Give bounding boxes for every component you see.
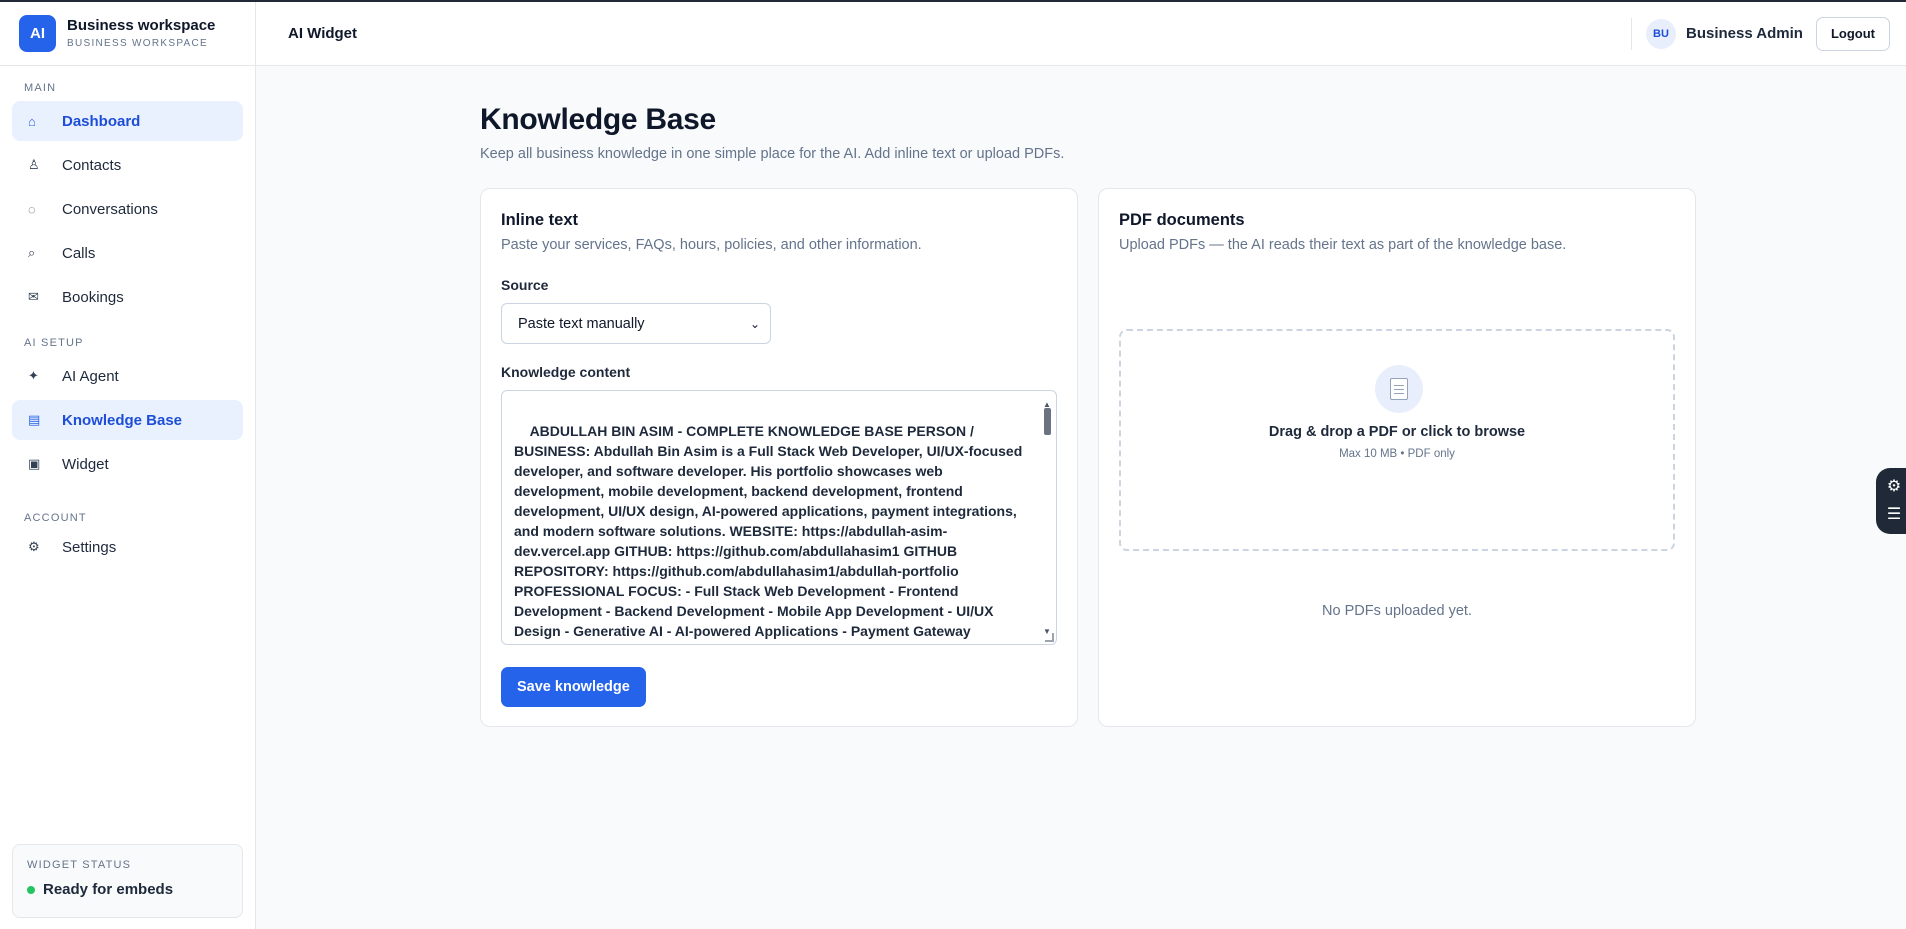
pdf-card-subtitle: Upload PDFs — the AI reads their text as…	[1119, 237, 1567, 253]
gear-icon[interactable]: ⚙	[1887, 479, 1901, 495]
brand[interactable]: AI Business workspace BUSINESS WORKSPACE	[0, 2, 255, 66]
sidebar-item-label: Calls	[62, 244, 96, 262]
widget-status-title: WIDGET STATUS	[27, 859, 132, 871]
document-icon-wrap	[1375, 365, 1423, 413]
scroll-thumb[interactable]	[1044, 408, 1051, 435]
sidebar-item-ai-agent[interactable]: ✦ AI Agent	[12, 356, 243, 396]
widget-status-card: WIDGET STATUS Ready for embeds	[12, 844, 243, 918]
sidebar-item-label: Dashboard	[62, 112, 141, 130]
status-dot	[27, 885, 35, 894]
page-subtitle: Keep all business knowledge in one simpl…	[480, 146, 1065, 162]
sidebar-item-label: AI Agent	[62, 367, 119, 385]
page-title: Knowledge Base	[480, 103, 716, 136]
user-icon: ♙	[28, 157, 40, 172]
resize-grip-icon[interactable]	[1045, 633, 1054, 642]
sidebar-item-label: Widget	[62, 455, 109, 473]
sidebar-item-widget[interactable]: ▣ Widget	[12, 444, 243, 484]
sidebar-item-knowledge-base[interactable]: ▤ Knowledge Base	[12, 400, 243, 440]
sidebar-item-label: Conversations	[62, 200, 158, 218]
book-icon: ▤	[28, 412, 41, 427]
sidebar-item-label: Contacts	[62, 156, 122, 174]
pdf-dropzone[interactable]: Drag & drop a PDF or click to browse Max…	[1119, 329, 1675, 551]
avatar[interactable]: BU	[1645, 18, 1676, 49]
sidebar-section-label: AI SETUP	[24, 337, 84, 349]
topbar: AI Widget BU Business Admin Logout	[256, 2, 1906, 66]
save-knowledge-button[interactable]: Save knowledge	[501, 667, 646, 707]
menu-list-icon[interactable]: ☰	[1887, 506, 1901, 523]
textarea-scrollbar[interactable]: ▲ ▼	[1040, 392, 1055, 644]
inline-card-subtitle: Paste your services, FAQs, hours, polici…	[501, 237, 922, 253]
brand-title: Business workspace	[67, 16, 216, 34]
inline-text-card: Inline text Paste your services, FAQs, h…	[480, 188, 1078, 727]
pdf-documents-card: PDF documents Upload PDFs — the AI reads…	[1098, 188, 1696, 727]
sidebar-item-label: Bookings	[62, 288, 124, 306]
floating-assistant-tab[interactable]: ⚙ ☰	[1876, 468, 1906, 534]
phone-icon: ⌕	[28, 245, 36, 260]
source-select-value: Paste text manually	[518, 315, 645, 332]
chevron-down-icon: ⌄	[749, 316, 760, 331]
gear-icon: ⚙	[28, 539, 40, 554]
inline-card-title: Inline text	[501, 211, 579, 229]
sidebar-section-label: ACCOUNT	[24, 512, 87, 524]
knowledge-content-textarea[interactable]: ABDULLAH BIN ASIM - COMPLETE KNOWLEDGE B…	[501, 390, 1057, 645]
sidebar-item-label: Knowledge Base	[62, 411, 183, 429]
knowledge-content-text: ABDULLAH BIN ASIM - COMPLETE KNOWLEDGE B…	[514, 423, 1023, 644]
topbar-title: AI Widget	[288, 25, 358, 42]
mail-icon: ✉	[28, 289, 39, 304]
sidebar-item-dashboard[interactable]: ⌂ Dashboard	[12, 101, 243, 141]
dropzone-title: Drag & drop a PDF or click to browse	[1268, 424, 1526, 440]
sidebar-section-label: MAIN	[24, 82, 57, 94]
widget-status-text: Ready for embeds	[43, 881, 174, 898]
sidebar-item-calls[interactable]: ⌕ Calls	[12, 233, 243, 273]
sidebar-item-contacts[interactable]: ♙ Contacts	[12, 145, 243, 185]
brand-logo: AI	[19, 15, 56, 52]
sparkle-icon: ✦	[28, 368, 39, 383]
topbar-divider	[1630, 17, 1632, 50]
pdf-card-title: PDF documents	[1119, 211, 1245, 229]
sidebar-item-settings[interactable]: ⚙ Settings	[12, 527, 243, 567]
widget-icon: ▣	[28, 456, 41, 471]
user-name: Business Admin	[1685, 25, 1803, 42]
document-icon	[1390, 378, 1408, 400]
sidebar-item-label: Settings	[62, 538, 117, 556]
home-icon: ⌂	[28, 113, 36, 129]
knowledge-content-label: Knowledge content	[501, 364, 631, 380]
sidebar: AI Business workspace BUSINESS WORKSPACE…	[0, 2, 256, 929]
source-label: Source	[501, 277, 549, 293]
empty-pdf-note: No PDFs uploaded yet.	[1322, 603, 1472, 619]
source-select[interactable]: Paste text manually ⌄	[501, 303, 771, 344]
brand-subtitle: BUSINESS WORKSPACE	[67, 37, 209, 49]
logout-button[interactable]: Logout	[1815, 16, 1890, 51]
sidebar-item-conversations[interactable]: ◌ Conversations	[12, 189, 243, 229]
dropzone-hint: Max 10 MB • PDF only	[1339, 448, 1455, 460]
chat-icon: ◌	[28, 201, 36, 217]
sidebar-item-bookings[interactable]: ✉ Bookings	[12, 277, 243, 317]
